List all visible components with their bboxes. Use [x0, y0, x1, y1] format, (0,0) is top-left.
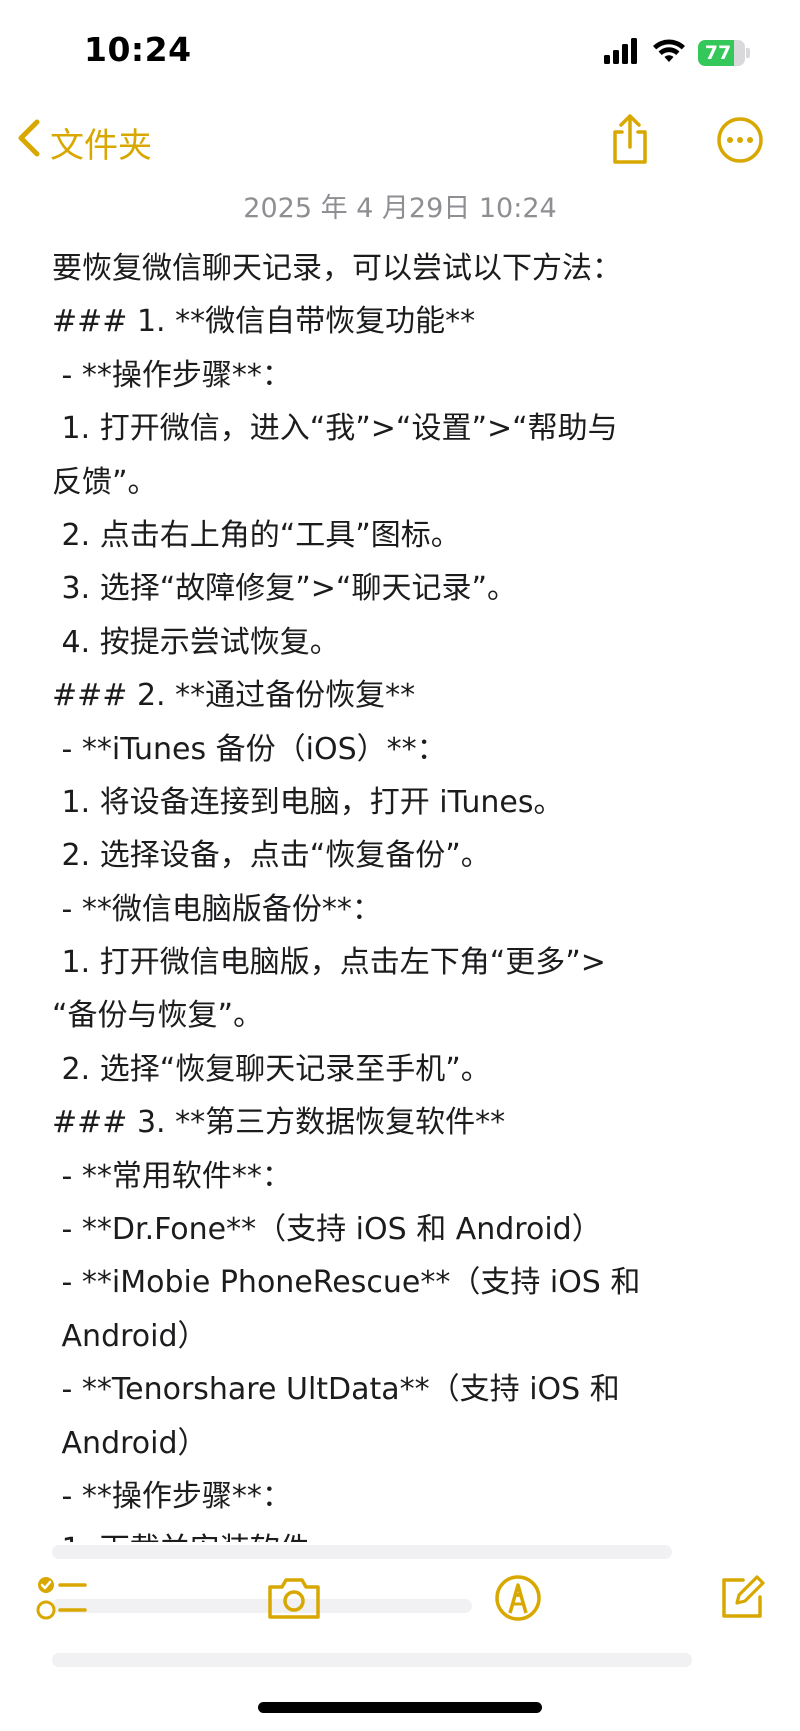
- faded-line: [52, 1653, 692, 1667]
- note-line: - **操作步骤**：: [52, 1478, 292, 1514]
- note-line: 2. 选择“恢复聊天记录至手机”。: [52, 1051, 491, 1087]
- wifi-icon: [652, 38, 686, 68]
- battery-body: 77: [698, 40, 746, 66]
- nav-bar: 文件夹: [0, 110, 800, 180]
- markup-button[interactable]: [488, 1570, 548, 1630]
- note-line: 1. 打开微信电脑版，点击左下角“更多”>: [52, 945, 606, 981]
- note-line: - **常用软件**：: [52, 1158, 292, 1194]
- markup-pen-icon: [493, 1573, 543, 1627]
- chevron-left-icon: [16, 118, 42, 167]
- battery-percent: 77: [704, 42, 732, 64]
- camera-icon: [266, 1575, 322, 1625]
- home-indicator: [258, 1702, 542, 1713]
- share-button[interactable]: [604, 114, 656, 170]
- cellular-signal-icon: [604, 38, 640, 68]
- back-label: 文件夹: [50, 126, 152, 166]
- note-line: 1. 将设备连接到电脑，打开 iTunes。: [52, 784, 564, 820]
- note-line: Android）: [52, 1318, 208, 1354]
- battery-tip: [746, 48, 750, 58]
- note-line: 4. 按提示尝试恢复。: [52, 624, 340, 660]
- note-line: - **操作步骤**：: [52, 357, 292, 393]
- faded-line: [52, 1545, 672, 1559]
- note-line: “备份与恢复”。: [52, 998, 264, 1034]
- checklist-button[interactable]: [32, 1570, 92, 1630]
- note-line: ### 2. **通过备份恢复**: [52, 678, 416, 714]
- note-line: 2. 点击右上角的“工具”图标。: [52, 517, 461, 553]
- note-line: - **iMobie PhoneRescue**（支持 iOS 和: [52, 1265, 641, 1301]
- note-line: 2. 选择设备，点击“恢复备份”。: [52, 838, 491, 874]
- note-line: 1. 打开微信，进入“我”>“设置”>“帮助与: [52, 411, 618, 447]
- note-date: 2025 年 4 月29日 10:24: [243, 193, 557, 224]
- note-line: 1. 下载并安装软件。: [52, 1523, 752, 1542]
- note-line: - **Tenorshare UltData**（支持 iOS 和: [52, 1372, 620, 1408]
- share-icon: [608, 114, 652, 170]
- status-time: 10:24: [84, 30, 192, 69]
- checklist-icon: [35, 1572, 89, 1628]
- note-line: 3. 选择“故障修复”>“聊天记录”。: [52, 571, 517, 607]
- battery-charging-icon: 77: [698, 40, 750, 66]
- note-line: ### 1. **微信自带恢复功能**: [52, 304, 476, 340]
- ellipsis-circle-icon: [716, 116, 764, 168]
- status-bar: 10:24 77: [0, 0, 800, 100]
- status-icons: 77: [604, 38, 750, 68]
- note-line: 反馈”。: [52, 464, 158, 500]
- note-body[interactable]: 要恢复微信聊天记录，可以尝试以下方法： ### 1. **微信自带恢复功能** -…: [52, 242, 752, 1542]
- note-line: Android）: [52, 1425, 208, 1461]
- note-line: ### 3. **第三方数据恢复软件**: [52, 1105, 506, 1141]
- bottom-toolbar: [0, 1560, 800, 1650]
- more-button[interactable]: [714, 114, 766, 170]
- compose-icon: [717, 1573, 767, 1627]
- note-line: - **iTunes 备份（iOS）**：: [52, 731, 447, 767]
- camera-button[interactable]: [264, 1570, 324, 1630]
- back-button[interactable]: 文件夹: [16, 118, 152, 167]
- note-line: - **Dr.Fone**（支持 iOS 和 Android）: [52, 1212, 602, 1248]
- note-line: 要恢复微信聊天记录，可以尝试以下方法：: [52, 251, 622, 286]
- note-line: - **微信电脑版备份**：: [52, 891, 382, 927]
- compose-button[interactable]: [712, 1570, 772, 1630]
